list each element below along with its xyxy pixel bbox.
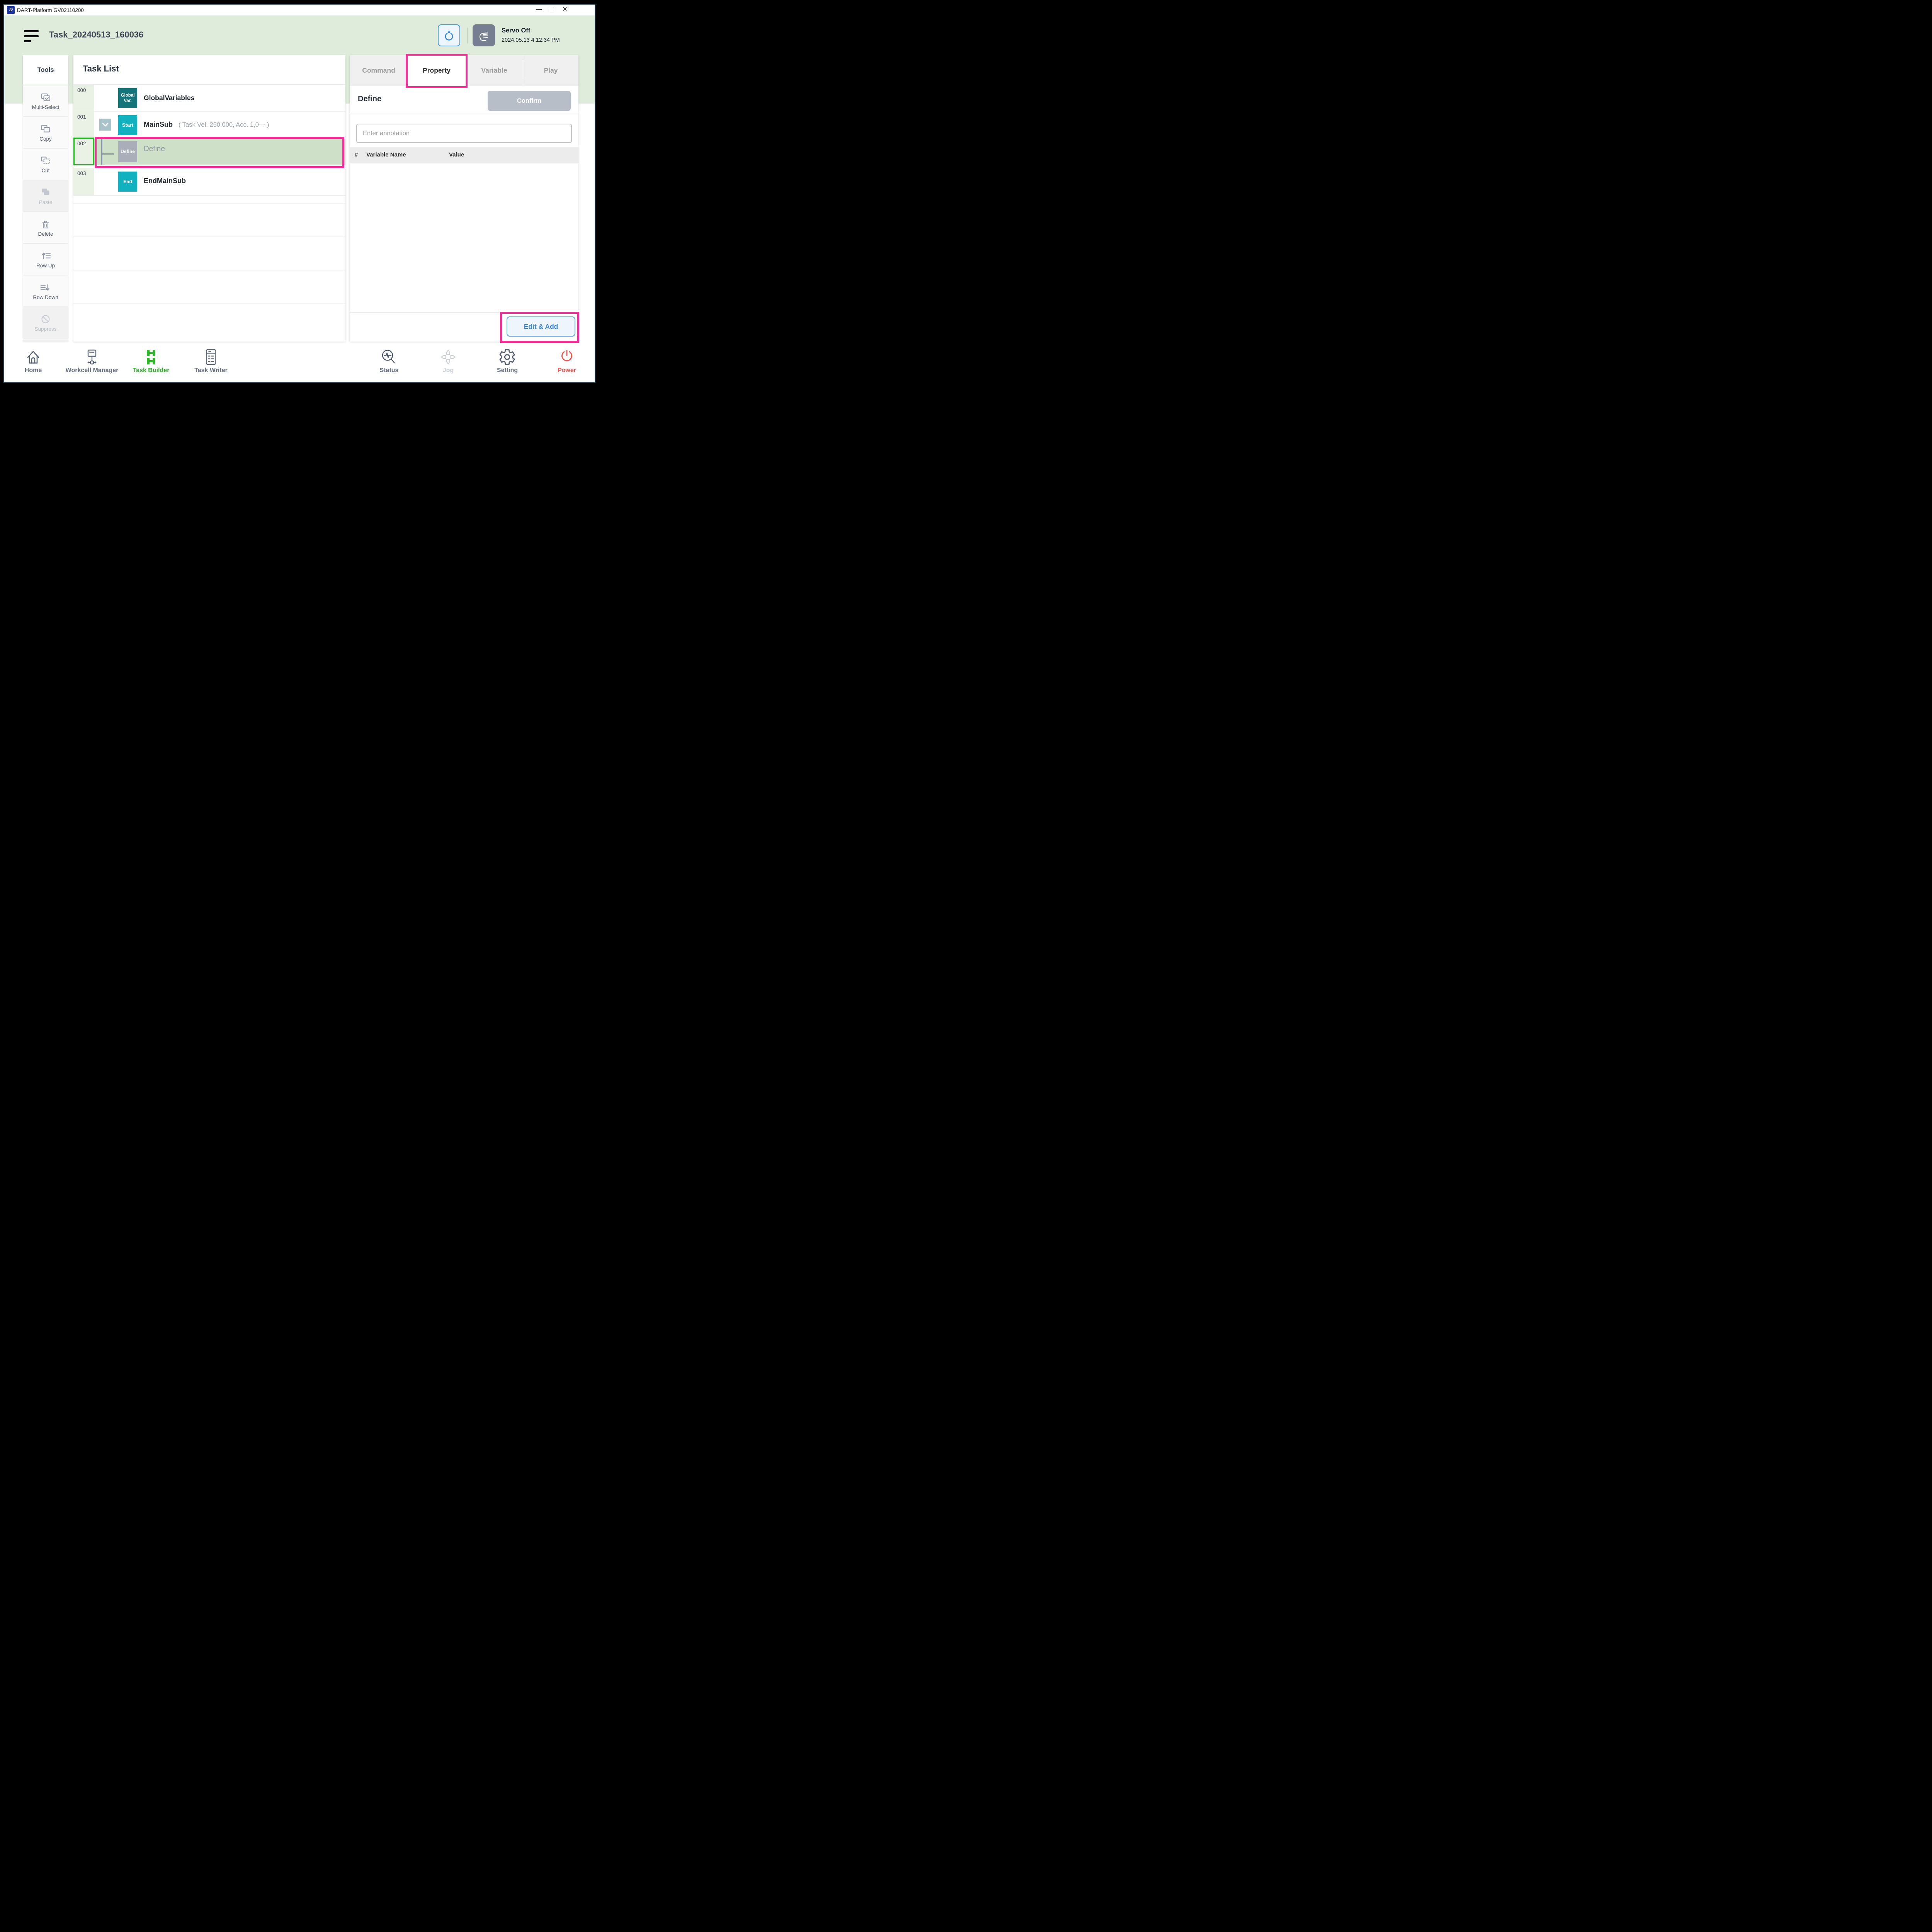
task-row-label: Define [144,145,165,153]
tool-label: Suppress [34,326,56,332]
tool-delete[interactable]: Delete [23,212,68,243]
hand-icon [477,29,490,42]
property-panel: Command Property Variable Play Define Co… [350,55,578,342]
tool-suppress: Suppress [23,307,68,338]
nav-power[interactable]: Power [528,342,605,384]
col-variable-name: Variable Name [366,151,406,158]
row-number-cell: 000 [73,85,94,111]
task-builder-icon [142,348,160,366]
start-badge: Start [118,115,137,135]
tool-label: Multi-Select [32,104,60,110]
nav-task-writer[interactable]: Task Writer [172,342,250,384]
minimize-button[interactable] [535,5,543,14]
hamburger-icon [24,30,39,32]
divider [73,84,345,85]
status-timestamp: 2024.05.13 4:12:34 PM [502,37,560,43]
close-icon: ✕ [562,7,567,13]
tool-copy[interactable]: Copy [23,117,68,148]
header-divider [467,27,468,44]
edit-add-button[interactable]: Edit & Add [507,316,575,337]
divider [350,312,578,313]
tools-sidebar: Tools Multi-Select Copy Cut [23,55,68,342]
page-title: Task_20240513_160036 [49,30,143,40]
task-writer-icon [202,348,220,366]
minimize-icon [536,9,542,10]
workcell-manager-icon [83,348,101,366]
divider [73,195,345,196]
task-list-title: Task List [83,64,119,74]
home-icon [24,348,42,366]
tool-row-down[interactable]: Row Down [23,276,68,306]
tool-multi-select[interactable]: Multi-Select [23,85,68,116]
power-icon [558,348,576,366]
define-badge: Define [118,141,137,162]
task-row-detail: ( Task Vel. 250.000, Acc. 1,0⋯ ) [179,121,269,129]
task-row-label: EndMainSub [144,177,186,185]
row-up-icon [40,250,51,261]
tool-row-up[interactable]: Row Up [23,244,68,275]
copy-icon [40,124,51,134]
tool-label: Row Down [33,294,58,300]
paste-icon [40,187,51,198]
tab-variable[interactable]: Variable [466,55,523,86]
window-title: DART-Platform GV02110200 [17,7,84,13]
row-number-cell: 001 [73,111,94,138]
task-list-panel: Task List 000 Global Var. GlobalVariable… [73,55,345,342]
divider [73,303,345,304]
suppress-icon [40,314,51,325]
tool-label: Copy [39,136,52,142]
property-section-title: Define [358,95,381,104]
row-down-icon [40,282,51,293]
robot-gripper-button[interactable] [438,24,460,46]
tree-line [101,139,102,165]
tab-property[interactable]: Property [408,55,466,86]
multi-select-icon [40,92,51,103]
delete-icon [40,219,51,230]
global-var-badge: Global Var. [118,88,137,108]
jog-icon [439,348,457,366]
app-logo-icon: D [7,6,15,14]
tools-title: Tools [23,55,68,85]
hand-guide-button[interactable] [473,24,495,46]
annotation-input[interactable] [356,124,572,143]
divider [73,236,345,237]
gripper-icon [443,29,455,42]
chevron-down-icon [99,119,111,131]
maximize-button[interactable] [548,5,556,14]
tool-paste: Paste [23,180,68,211]
tab-command[interactable]: Command [350,55,408,86]
confirm-button[interactable]: Confirm [488,91,571,111]
selected-row-number-cell: 002 [73,138,94,165]
status-icon [380,348,398,366]
divider [73,111,345,112]
col-index: # [355,151,358,158]
divider [73,203,345,204]
close-button[interactable]: ✕ [561,5,569,14]
tool-label: Delete [38,231,53,237]
col-value: Value [449,151,464,158]
task-row-label: MainSub [144,121,173,129]
tab-play[interactable]: Play [523,55,578,86]
app-root: D DART-Platform GV02110200 ✕ Task_202405… [0,0,600,389]
tree-branch [101,153,114,155]
setting-icon [498,348,516,366]
tool-label: Paste [39,199,53,205]
end-badge: End [118,172,137,192]
variable-table-header: # Variable Name Value [350,147,578,163]
cut-icon [40,155,51,166]
row-number-cell: 003 [73,168,94,195]
menu-button[interactable] [24,29,39,43]
tool-label: Row Up [36,263,55,269]
tool-cut[interactable]: Cut [23,149,68,180]
task-row-label: GlobalVariables [144,94,194,102]
tool-label: Cut [41,168,49,173]
servo-status: Servo Off [502,27,530,34]
maximize-icon [550,7,554,12]
collapse-chevron-button[interactable] [99,119,111,131]
